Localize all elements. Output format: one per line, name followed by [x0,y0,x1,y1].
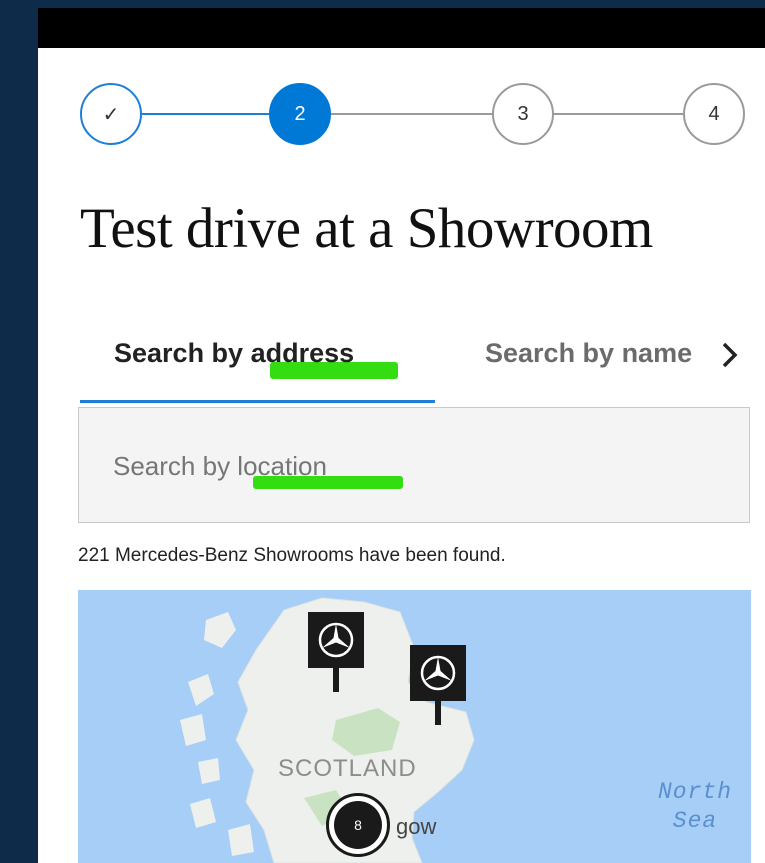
highlighter-mark [253,476,403,489]
step-number: 2 [294,102,306,125]
mercedes-star-icon[interactable] [410,645,466,725]
chevron-right-icon[interactable] [710,335,750,375]
active-tab-indicator [80,400,435,403]
map-label-north-sea: North Sea [658,778,732,836]
location-search-input[interactable] [113,446,713,486]
step-2-current: 2 [269,83,331,145]
results-count: 221 Mercedes-Benz Showrooms have been fo… [78,545,506,566]
map-label-sea-line: Sea [672,808,718,834]
window-top-edge [0,0,765,8]
showroom-map[interactable]: SCOTLAND North Sea gow 8 [78,590,751,863]
tab-search-by-name[interactable]: Search by name [485,338,707,369]
search-field-container [78,407,750,523]
tab-search-by-address[interactable]: Search by address [114,338,354,369]
top-bar [38,8,765,48]
booking-panel: ✓ 2 3 4 Test drive at a Showroom Search … [38,48,765,863]
checkmark-icon: ✓ [102,103,120,126]
page-title: Test drive at a Showroom [80,197,653,260]
cluster-count: 8 [334,801,382,849]
step-1-completed[interactable]: ✓ [80,83,142,145]
map-label-scotland: SCOTLAND [278,755,417,782]
map-label-city: gow [396,814,437,839]
stepper-connector [554,113,683,115]
step-4: 4 [683,83,745,145]
step-number: 3 [517,102,529,125]
stepper-connector [331,113,492,115]
left-sidebar [0,0,38,863]
stepper-connector [142,113,269,115]
mercedes-star-icon[interactable] [308,612,364,692]
step-3: 3 [492,83,554,145]
map-label-sea-line: North [658,779,733,805]
map-cluster-marker[interactable]: 8 [326,793,390,857]
step-number: 4 [708,102,720,125]
